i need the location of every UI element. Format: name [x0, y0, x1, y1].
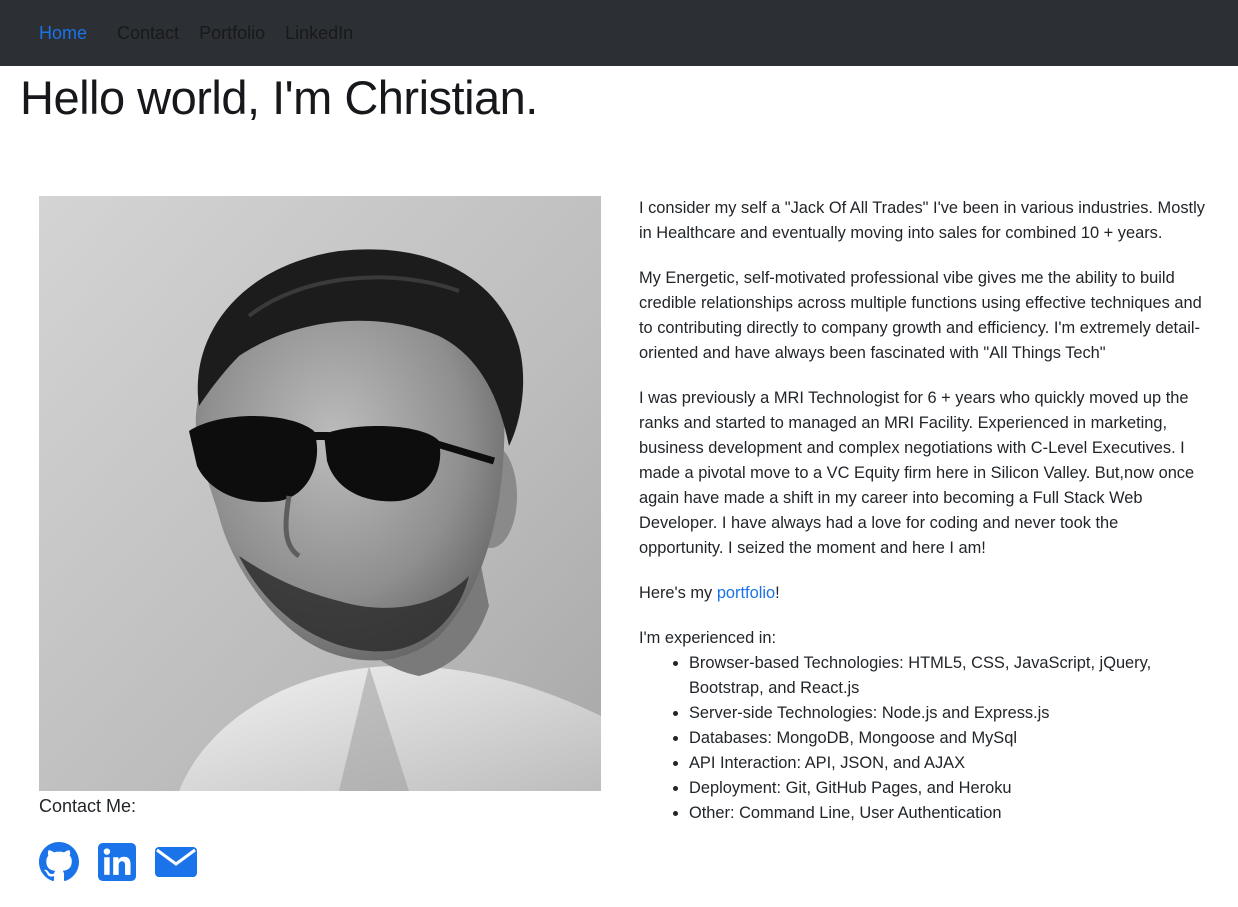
experience-label: I'm experienced in: [639, 629, 777, 647]
portfolio-suffix: ! [775, 584, 780, 602]
list-item: Browser-based Technologies: HTML5, CSS, … [689, 651, 1205, 701]
list-item: Deployment: Git, GitHub Pages, and Herok… [689, 776, 1205, 801]
envelope-icon[interactable] [155, 845, 197, 883]
nav-links: Home Contact Portfolio LinkedIn [0, 22, 373, 44]
list-item: Databases: MongoDB, Mongoose and MySql [689, 726, 1205, 751]
portfolio-prefix: Here's my [639, 584, 717, 602]
bio-paragraph-2: My Energetic, self-motivated professiona… [639, 269, 1202, 362]
contact-label: Contact Me: [39, 796, 137, 816]
list-item: API Interaction: API, JSON, and AJAX [689, 751, 1205, 776]
profile-photo [39, 196, 601, 791]
bio-paragraph-3: I was previously a MRI Technologist for … [639, 389, 1195, 557]
nav-home-link[interactable]: Home [39, 22, 87, 44]
social-links [39, 842, 216, 886]
github-icon[interactable] [39, 842, 79, 886]
linkedin-icon[interactable] [98, 843, 136, 885]
experience-list: Browser-based Technologies: HTML5, CSS, … [639, 651, 1205, 826]
list-item: Server-side Technologies: Node.js and Ex… [689, 701, 1205, 726]
bio-paragraph-1: I consider my self a "Jack Of All Trades… [639, 199, 1205, 242]
page-title: Hello world, I'm Christian. [20, 71, 538, 124]
navbar: Home Contact Portfolio LinkedIn [0, 0, 1238, 66]
nav-portfolio-link[interactable]: Portfolio [199, 22, 265, 44]
portfolio-line: Here's my portfolio! [639, 581, 1205, 606]
portfolio-link[interactable]: portfolio [717, 584, 775, 602]
bio-section: I consider my self a "Jack Of All Trades… [639, 196, 1205, 826]
nav-contact-link[interactable]: Contact [117, 22, 179, 44]
list-item: Other: Command Line, User Authentication [689, 801, 1205, 826]
nav-linkedin-link[interactable]: LinkedIn [285, 22, 353, 44]
